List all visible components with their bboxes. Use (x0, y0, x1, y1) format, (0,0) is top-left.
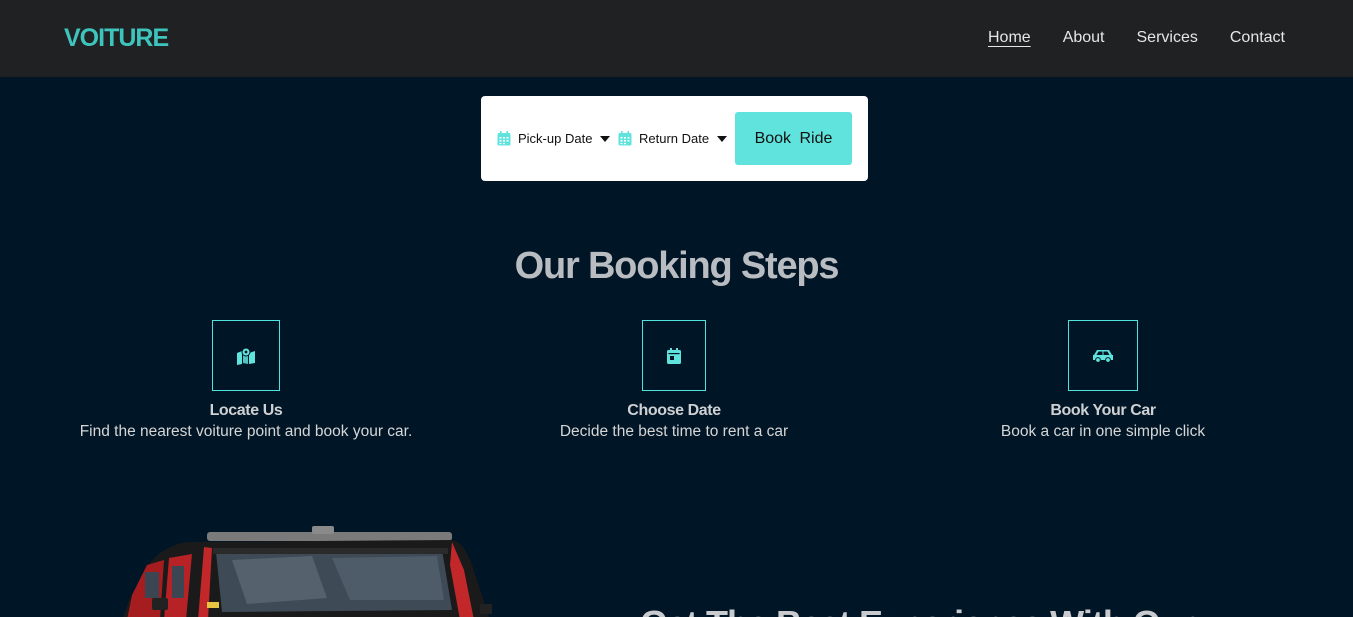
nav-link-home[interactable]: Home (988, 29, 1031, 47)
pickup-date-select[interactable]: Pick-up Date (497, 131, 611, 146)
nav-link-services[interactable]: Services (1137, 29, 1198, 47)
step-icon-box (1068, 320, 1138, 391)
step-title: Choose Date (627, 402, 721, 419)
map-icon (237, 347, 255, 365)
navbar: VOITURE Home About Services Contact (0, 0, 1353, 77)
nav-link-contact[interactable]: Contact (1230, 29, 1285, 47)
jeep-image (123, 526, 492, 617)
step-title: Book Your Car (1050, 402, 1156, 419)
book-ride-button[interactable]: Book Ride (735, 112, 852, 165)
return-date-label: Return Date (639, 131, 710, 146)
calendar-icon (618, 131, 632, 146)
step-description: Book a car in one simple click (1000, 423, 1206, 440)
section-title: Our Booking Steps (514, 245, 840, 287)
step-description: Find the nearest voiture point and book … (79, 423, 413, 440)
return-date-select[interactable]: Return Date (618, 131, 728, 146)
step-description: Decide the best time to rent a car (559, 423, 789, 440)
calendar-icon (667, 347, 681, 364)
chevron-down-icon (717, 135, 728, 142)
logo[interactable]: VOITURE (64, 24, 169, 53)
step-title: Locate Us (209, 402, 283, 419)
nav-links: Home About Services Contact (988, 29, 1285, 47)
chevron-down-icon (600, 135, 611, 142)
nav-link-about[interactable]: About (1063, 29, 1105, 47)
car-icon (1093, 349, 1113, 363)
promo-headline: Get The Best Experience With Our (640, 603, 1195, 617)
calendar-icon (497, 131, 511, 146)
step-icon-box (642, 320, 706, 391)
pickup-date-label: Pick-up Date (518, 131, 593, 146)
step-icon-box (212, 320, 280, 391)
